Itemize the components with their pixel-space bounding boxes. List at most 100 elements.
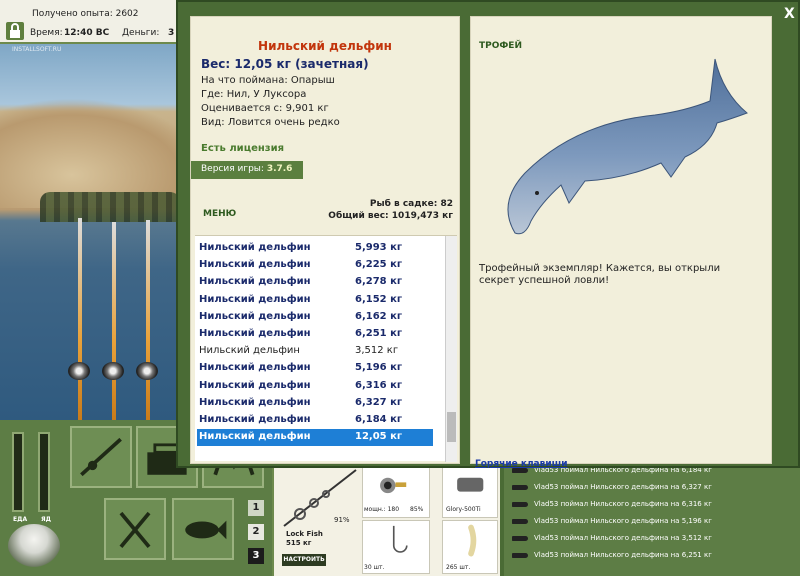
menu-link[interactable]: МЕНЮ bbox=[203, 209, 236, 219]
reel-3[interactable] bbox=[136, 362, 158, 380]
palm-trees bbox=[40, 192, 178, 222]
rod-durability: 91% bbox=[334, 516, 350, 524]
bait-pot-icon[interactable] bbox=[8, 524, 60, 568]
catch-row[interactable]: Нильский дельфин 3,512 кг bbox=[197, 343, 433, 360]
catch-dialog: X Нильский дельфин Вес: 12,05 кг (зачетн… bbox=[176, 0, 800, 469]
lock-icon[interactable] bbox=[6, 22, 24, 40]
rod-1[interactable] bbox=[78, 218, 82, 420]
catch-fish-name: Нильский дельфин bbox=[199, 414, 311, 425]
poison-bar bbox=[38, 432, 50, 512]
chat-line: Vlad53 поймал Нильского дельфина на 6,31… bbox=[512, 500, 712, 508]
catch-fish-name: Нильский дельфин bbox=[199, 431, 311, 443]
chat-line: Vlad53 поймал Нильского дельфина на 5,19… bbox=[512, 517, 712, 525]
fishing-scene[interactable]: INSTALLSOFT.RU bbox=[0, 44, 180, 420]
catch-fish-weight: 6,316 кг bbox=[355, 379, 403, 391]
hooks-count: 30 шт. bbox=[364, 564, 385, 571]
bait-count: 265 шт. bbox=[446, 564, 471, 571]
game-version: Версия игры: 3.7.6 bbox=[191, 161, 303, 179]
chat-line: Vlad53 поймал Нильского дельфина на 6,25… bbox=[512, 551, 712, 559]
panel-button-2[interactable]: 2 bbox=[248, 524, 264, 540]
catch-fish-weight: 6,225 кг bbox=[355, 259, 403, 271]
rod-capacity: 515 кг bbox=[286, 539, 312, 547]
reel-power: мощн.: 180 bbox=[364, 506, 400, 513]
chat-line: Vlad53 поймал Нильского дельфина на 6,32… bbox=[512, 483, 712, 491]
catch-row[interactable]: Нильский дельфин 5,993 кг bbox=[197, 240, 433, 257]
fish-image bbox=[507, 58, 748, 235]
money-label: Деньги: bbox=[122, 28, 160, 38]
license-status: Есть лицензия bbox=[201, 143, 285, 154]
total-weight: Общий вес: 1019,473 кг bbox=[328, 211, 453, 221]
version-label: Версия игры: bbox=[201, 164, 264, 174]
catch-row[interactable]: Нильский дельфин 6,152 кг bbox=[197, 292, 433, 309]
rod-2[interactable] bbox=[112, 222, 116, 420]
catch-row[interactable]: Нильский дельфин 6,184 кг bbox=[197, 412, 433, 429]
scrollbar[interactable] bbox=[445, 236, 457, 462]
catch-list[interactable]: Нильский дельфин 5,993 кг Нильский дельфин… bbox=[195, 235, 457, 462]
fish-icon[interactable] bbox=[172, 498, 234, 560]
chat-line: Vlad53 поймал Нильского дельфина на 3,51… bbox=[512, 534, 712, 542]
caught-on: На что поймана: Опарыш bbox=[201, 75, 335, 86]
food-bar bbox=[12, 432, 24, 512]
catch-fish-weight: 12,05 кг bbox=[355, 431, 403, 443]
fish-title: Нильский дельфин bbox=[258, 39, 392, 53]
xp-label: Получено опыта: 2602 bbox=[32, 9, 139, 19]
catch-fish-weight: 6,327 кг bbox=[355, 396, 403, 408]
catch-row[interactable]: Нильский дельфин 6,251 кг bbox=[197, 326, 433, 343]
catch-fish-weight: 6,152 кг bbox=[355, 293, 403, 305]
catch-fish-weight: 5,993 кг bbox=[355, 242, 403, 253]
tackle-panel: 91% Lock Fish 515 кг НАСТРОИТЬ мощн.: 18… bbox=[272, 462, 500, 576]
trophy-message: Трофейный экземпляр! Кажется, вы открыли… bbox=[479, 263, 721, 286]
species-rarity: Вид: Ловится очень редко bbox=[201, 117, 340, 128]
panel-button-3[interactable]: 3 bbox=[248, 548, 264, 564]
catch-row[interactable]: Нильский дельфин 6,162 кг bbox=[197, 309, 433, 326]
catch-fish-weight: 5,196 кг bbox=[355, 362, 403, 374]
catch-fish-weight: 6,278 кг bbox=[355, 276, 403, 288]
catch-fish-weight: 6,162 кг bbox=[355, 310, 403, 322]
trophy-title: ТРОФЕЙ bbox=[479, 41, 522, 51]
catch-row[interactable]: Нильский дельфин 6,327 кг bbox=[197, 395, 433, 412]
rod-3[interactable] bbox=[146, 220, 150, 420]
reel-durability: 85% bbox=[410, 506, 424, 513]
catch-row[interactable]: Нильский дельфин 6,278 кг bbox=[197, 274, 433, 291]
catch-row[interactable]: Нильский дельфин 6,316 кг bbox=[197, 378, 433, 395]
catch-fish-name: Нильский дельфин bbox=[199, 242, 311, 253]
trophy-panel: ТРОФЕЙ Трофейный экземпляр! Кажется, вы … bbox=[470, 16, 772, 469]
time-label: Время: bbox=[30, 28, 63, 38]
catch-fish-name: Нильский дельфин bbox=[199, 259, 311, 271]
catch-row[interactable]: Нильский дельфин 6,225 кг bbox=[197, 257, 433, 274]
catch-fish-weight: 6,251 кг bbox=[355, 328, 403, 339]
cutlery-icon[interactable] bbox=[104, 498, 166, 560]
panel-button-1[interactable]: 1 bbox=[248, 500, 264, 516]
catch-fish-name: Нильский дельфин bbox=[199, 345, 300, 357]
catch-fish-name: Нильский дельфин bbox=[199, 276, 311, 288]
catch-fish-name: Нильский дельфин bbox=[199, 328, 311, 339]
location: Где: Нил, У Луксора bbox=[201, 89, 307, 100]
reel-1[interactable] bbox=[68, 362, 90, 380]
catch-row[interactable]: Нильский дельфин 5,196 кг bbox=[197, 360, 433, 377]
catch-fish-name: Нильский дельфин bbox=[199, 396, 311, 408]
watermark: INSTALLSOFT.RU bbox=[12, 46, 62, 53]
line-name: Glory-500Ti bbox=[446, 506, 481, 513]
money-value: 3 bbox=[168, 28, 175, 38]
poison-bar-label: ЯД bbox=[41, 516, 51, 523]
version-value: 3.7.6 bbox=[266, 164, 293, 174]
catch-row[interactable]: Нильский дельфин 12,05 кг bbox=[197, 429, 433, 447]
reel-2[interactable] bbox=[102, 362, 124, 380]
valued-from: Оценивается с: 9,901 кг bbox=[201, 103, 329, 114]
close-button[interactable]: X bbox=[784, 6, 795, 22]
scroll-thumb[interactable] bbox=[447, 412, 456, 442]
chat-log[interactable]: Vlad53 поймал Нильского дельфина на 6,18… bbox=[504, 462, 800, 576]
status-bar: Получено опыта: 2602 Время: 12:40 ВС Ден… bbox=[0, 0, 178, 44]
fish-weight: Вес: 12,05 кг (зачетная) bbox=[201, 57, 369, 71]
catch-fish-name: Нильский дельфин bbox=[199, 293, 311, 305]
setup-button[interactable]: НАСТРОИТЬ bbox=[282, 554, 326, 566]
catch-fish-weight: 3,512 кг bbox=[355, 345, 399, 357]
hotkeys-link[interactable]: Горячие клавиши bbox=[475, 459, 568, 469]
rod-preview-icon[interactable] bbox=[280, 466, 360, 536]
rod-icon[interactable] bbox=[70, 426, 132, 488]
catch-fish-name: Нильский дельфин bbox=[199, 310, 311, 322]
catch-fish-name: Нильский дельфин bbox=[199, 362, 311, 374]
keepnet-count: Рыб в садке: 82 bbox=[369, 199, 453, 209]
rod-name: Lock Fish bbox=[286, 530, 323, 538]
fish-info-panel: Нильский дельфин Вес: 12,05 кг (зачетная… bbox=[190, 16, 460, 464]
